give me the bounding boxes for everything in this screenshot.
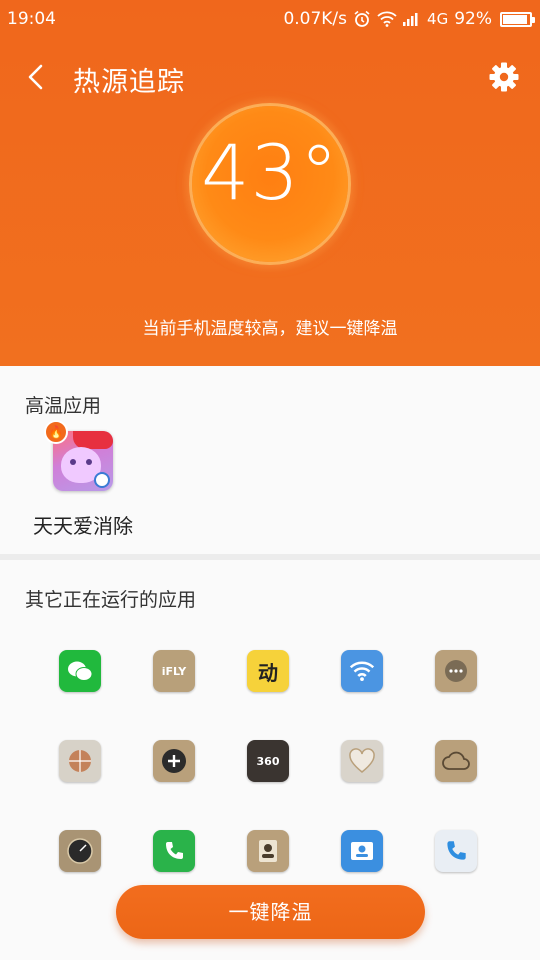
home-360-icon[interactable]: 360 bbox=[247, 740, 289, 782]
cool-down-button[interactable]: 一键降温 bbox=[116, 885, 425, 939]
battery-percent: 92% bbox=[454, 9, 492, 29]
temperature-hint: 当前手机温度较高，建议一键降温 bbox=[142, 319, 398, 339]
back-arrow-icon[interactable] bbox=[24, 62, 48, 92]
temperature-value: 43° bbox=[201, 128, 339, 217]
wifi-icon[interactable] bbox=[341, 650, 383, 692]
phone-green-icon[interactable] bbox=[153, 830, 195, 872]
ifly-icon[interactable]: iFLY bbox=[153, 650, 195, 692]
clock-icon[interactable] bbox=[59, 830, 101, 872]
temperature-gauge: 43° bbox=[180, 96, 360, 272]
title-bar: 热源追踪 bbox=[0, 52, 540, 102]
status-time: 19:04 bbox=[7, 9, 56, 29]
hot-app-item[interactable]: 🔥 天天爱消除 bbox=[30, 420, 140, 546]
wechat-icon[interactable] bbox=[59, 650, 101, 692]
health-heart-icon[interactable] bbox=[341, 740, 383, 782]
network-type: 4G bbox=[427, 10, 449, 28]
page-title: 热源追踪 bbox=[73, 67, 185, 98]
status-right: 0.07K/s 4G 92% bbox=[283, 9, 535, 29]
gear-icon[interactable] bbox=[488, 61, 520, 93]
fire-icon: 🔥 bbox=[44, 420, 68, 444]
dong-icon[interactable]: 动 bbox=[247, 650, 289, 692]
cloud-icon[interactable] bbox=[435, 740, 477, 782]
signal-icon bbox=[403, 13, 418, 26]
net-speed: 0.07K/s bbox=[283, 9, 348, 29]
wifi-status-icon bbox=[377, 11, 397, 27]
alarm-icon bbox=[354, 10, 370, 27]
phone-blue-icon[interactable] bbox=[435, 830, 477, 872]
hot-app-name: 天天爱消除 bbox=[33, 514, 133, 538]
hot-apps-title: 高温应用 bbox=[25, 395, 102, 417]
status-bar: 19:04 0.07K/s 4G 92% bbox=[0, 0, 540, 38]
plus-circle-icon[interactable] bbox=[153, 740, 195, 782]
hot-apps-section: 高温应用 🔥 天天爱消除 bbox=[0, 366, 540, 554]
contact-card-icon[interactable] bbox=[247, 830, 289, 872]
basketball-icon[interactable] bbox=[59, 740, 101, 782]
contacts-blue-icon[interactable] bbox=[341, 830, 383, 872]
battery-icon bbox=[500, 11, 535, 27]
other-apps-title: 其它正在运行的应用 bbox=[25, 589, 197, 611]
header: 19:04 0.07K/s 4G 92% 热源追踪 43° 当前手机温度较高，建… bbox=[0, 0, 540, 366]
chat-bubble-icon[interactable] bbox=[435, 650, 477, 692]
